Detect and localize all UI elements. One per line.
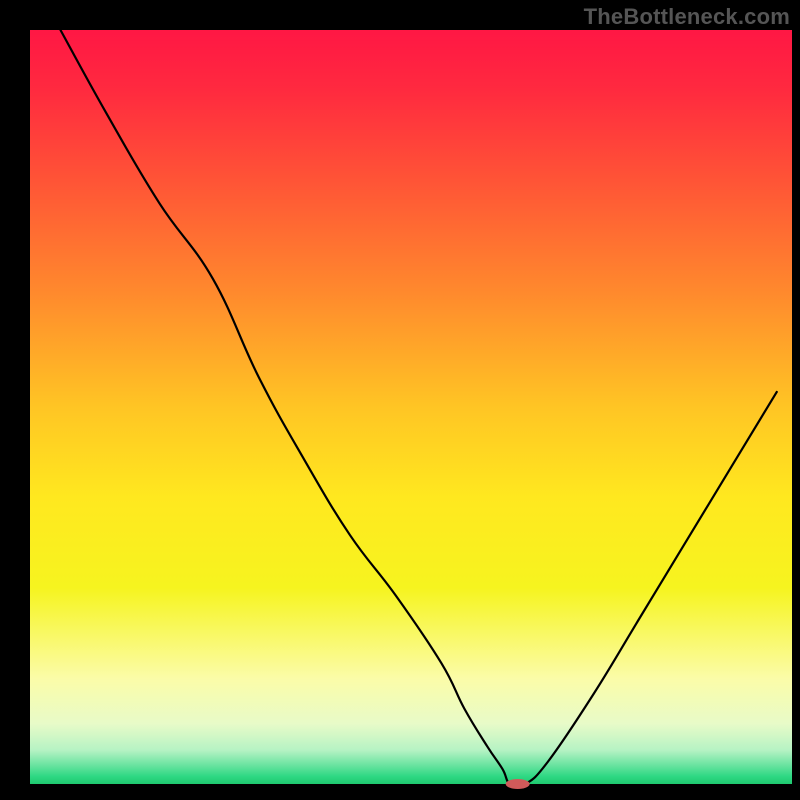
watermark-label: TheBottleneck.com xyxy=(584,4,790,30)
chart-stage: TheBottleneck.com xyxy=(0,0,800,800)
plot-background xyxy=(30,30,792,784)
bottleneck-chart xyxy=(0,0,800,800)
optimal-marker xyxy=(506,779,530,789)
